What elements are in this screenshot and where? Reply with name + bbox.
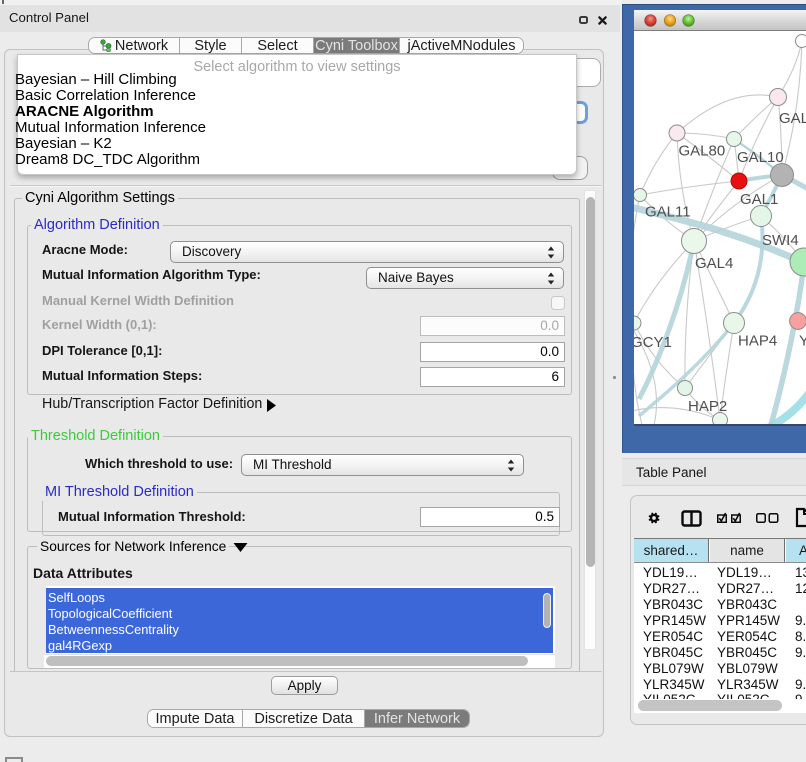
svg-text:SWI4: SWI4	[762, 232, 799, 249]
svg-text:GAL80: GAL80	[679, 143, 726, 160]
svg-text:GAL: GAL	[779, 110, 806, 127]
svg-text:GAL1: GAL1	[740, 191, 778, 208]
svg-text:HAP2: HAP2	[688, 398, 727, 415]
svg-text:GAL10: GAL10	[737, 149, 784, 166]
svg-text:GCY1: GCY1	[634, 334, 672, 351]
svg-text:GAL4: GAL4	[695, 255, 733, 272]
svg-text:HAP4: HAP4	[738, 333, 777, 350]
svg-text:GAL11: GAL11	[645, 204, 691, 221]
svg-text:Y: Y	[799, 333, 806, 350]
